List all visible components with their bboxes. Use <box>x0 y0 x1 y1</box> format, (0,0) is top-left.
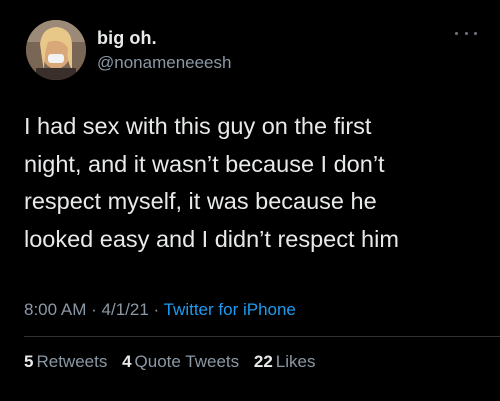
tweet-text-line: respect myself, it was because he <box>24 188 377 214</box>
likes-stat[interactable]: 22 Likes <box>254 352 316 371</box>
likes-label: Likes <box>275 352 316 371</box>
retweets-count: 5 <box>24 352 34 371</box>
more-horizontal-icon[interactable] <box>455 28 477 38</box>
tweet-text-line: night, and it wasn’t because I don’t <box>24 150 385 177</box>
retweets-stat[interactable]: 5 Retweets <box>24 352 107 371</box>
tweet-text: I had sex with this guy on the first nig… <box>24 108 484 258</box>
tweet-date[interactable]: 4/1/21 <box>102 300 149 319</box>
more-dot <box>474 31 477 35</box>
tweet-text-line: I had sex with this guy on the first <box>24 113 372 139</box>
meta-separator: · <box>91 300 97 319</box>
avatar-image <box>26 20 86 80</box>
more-dot <box>464 31 468 35</box>
tweet-source-link[interactable]: Twitter for iPhone <box>164 300 296 319</box>
avatar[interactable] <box>26 20 86 80</box>
retweets-label: Retweets <box>36 352 108 371</box>
meta-separator: · <box>153 300 160 319</box>
tweet-stats: 5 Retweets 4 Quote Tweets 22 Likes <box>24 352 325 372</box>
quote-tweets-label: Quote Tweets <box>134 352 240 371</box>
divider <box>24 336 500 337</box>
quote-tweets-count: 4 <box>122 352 132 371</box>
user-handle[interactable]: @nonameneeesh <box>97 53 231 73</box>
tweet-time[interactable]: 8:00 AM <box>24 300 86 319</box>
more-dot <box>455 31 458 35</box>
display-name[interactable]: big oh. <box>97 28 157 49</box>
tweet-meta: 8:00 AM · 4/1/21 · Twitter for iPhone <box>24 300 296 320</box>
tweet-text-line: looked easy and I didn’t respect him <box>24 225 399 252</box>
tweet-card: big oh. @nonameneeesh I had sex with thi… <box>0 0 500 401</box>
likes-count: 22 <box>253 352 273 371</box>
quote-tweets-stat[interactable]: 4 Quote Tweets <box>122 352 239 371</box>
